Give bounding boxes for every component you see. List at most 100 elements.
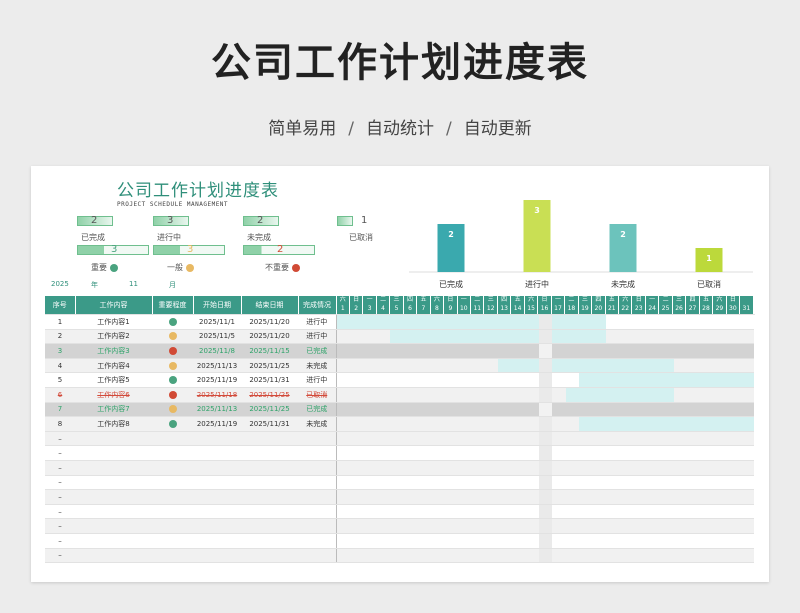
today-marker bbox=[538, 329, 553, 343]
cell-start bbox=[193, 489, 241, 505]
sheet-subtitle: PROJECT SCHEDULE MANAGEMENT bbox=[117, 201, 229, 208]
cell-no: 7 bbox=[45, 402, 75, 418]
cell-start: 2025/11/8 bbox=[193, 343, 241, 359]
status-kpi-value: 2 bbox=[91, 215, 98, 226]
day-cell: 26 bbox=[673, 305, 687, 314]
day-cell: 11 bbox=[471, 305, 485, 314]
empty-row[interactable]: – bbox=[45, 445, 754, 461]
empty-row[interactable]: – bbox=[45, 460, 754, 476]
gantt-cell bbox=[335, 402, 754, 418]
cell-task bbox=[75, 445, 152, 461]
today-marker bbox=[538, 358, 553, 372]
today-marker bbox=[538, 344, 553, 358]
cell-start: 2025/11/5 bbox=[193, 329, 241, 345]
priority-kpi-value: 3 bbox=[187, 244, 194, 255]
gantt-cell bbox=[335, 475, 754, 491]
weekday-cell: 六 bbox=[431, 296, 445, 305]
cell-task bbox=[75, 431, 152, 447]
weekday-cell: 三 bbox=[579, 296, 593, 305]
gantt-cell bbox=[335, 343, 754, 359]
chart-data-label: 1 bbox=[706, 254, 712, 263]
cell-end bbox=[241, 489, 298, 505]
year-label: 年 bbox=[91, 281, 98, 289]
gantt-cell bbox=[335, 548, 754, 564]
table-row[interactable]: 5 工作内容5 2025/11/19 2025/11/31 进行中 bbox=[45, 372, 754, 388]
weekday-cell: 日 bbox=[632, 296, 646, 305]
priority-label-text: 一般 bbox=[167, 263, 183, 272]
cell-status bbox=[298, 489, 336, 505]
empty-row[interactable]: – bbox=[45, 548, 754, 564]
empty-row[interactable]: – bbox=[45, 431, 754, 447]
weekday-row: 六日一二三四五六日一二三四五六日一二三四五六日一二三四五六日 bbox=[337, 296, 753, 305]
cell-status bbox=[298, 431, 336, 447]
empty-row[interactable]: – bbox=[45, 533, 754, 549]
cell-status: 进行中 bbox=[298, 372, 336, 388]
cell-priority bbox=[152, 358, 193, 374]
feature-auto-update: 自动更新 bbox=[463, 119, 532, 139]
day-cell: 6 bbox=[404, 305, 418, 314]
cell-no: – bbox=[45, 431, 75, 447]
cell-no: – bbox=[45, 445, 75, 461]
status-kpi-value: 1 bbox=[361, 215, 368, 226]
day-cell: 12 bbox=[484, 305, 498, 314]
day-cell: 16 bbox=[538, 305, 552, 314]
weekday-cell: 五 bbox=[700, 296, 714, 305]
feature-auto-stat: 自动统计 bbox=[366, 119, 434, 139]
weekday-cell: 一 bbox=[646, 296, 660, 305]
cell-priority bbox=[152, 387, 193, 403]
feature-easy: 简单易用 bbox=[268, 119, 337, 139]
priority-kpi-label: 一般 bbox=[167, 262, 194, 273]
priority-kpi-label: 重要 bbox=[91, 262, 118, 273]
cell-priority bbox=[152, 504, 193, 520]
priority-dot-icon bbox=[168, 405, 177, 414]
table-row[interactable]: 7 工作内容7 2025/11/13 2025/11/25 已完成 bbox=[45, 402, 754, 418]
cell-no: 1 bbox=[45, 314, 75, 330]
cell-start bbox=[193, 518, 241, 534]
cell-start bbox=[193, 460, 241, 476]
weekday-cell: 六 bbox=[337, 296, 350, 305]
day-cell: 5 bbox=[390, 305, 404, 314]
empty-row[interactable]: – bbox=[45, 518, 754, 534]
day-cell: 30 bbox=[727, 305, 741, 314]
gantt-bar bbox=[498, 358, 674, 372]
today-marker bbox=[538, 402, 553, 416]
table-row[interactable]: 2 工作内容2 2025/11/5 2025/11/20 进行中 bbox=[45, 329, 754, 345]
cell-end: 2025/11/25 bbox=[241, 402, 298, 418]
priority-dot-icon bbox=[168, 376, 177, 385]
cell-priority bbox=[152, 343, 193, 359]
table-row[interactable]: 1 工作内容1 2025/11/1 2025/11/20 进行中 bbox=[45, 314, 754, 330]
header-start: 开始日期 bbox=[193, 296, 242, 315]
empty-row[interactable]: – bbox=[45, 475, 754, 491]
day-cell: 15 bbox=[525, 305, 539, 314]
weekday-cell: 六 bbox=[713, 296, 727, 305]
gantt-cell bbox=[335, 431, 754, 447]
priority-dot-icon bbox=[168, 390, 177, 399]
day-cell: 14 bbox=[511, 305, 525, 314]
chart-category-label: 已完成 bbox=[439, 279, 463, 289]
gantt-cell bbox=[335, 533, 754, 549]
gantt-cell bbox=[335, 518, 754, 534]
weekday-cell: 三 bbox=[484, 296, 498, 305]
day-cell: 2 bbox=[350, 305, 364, 314]
empty-row[interactable]: – bbox=[45, 504, 754, 520]
month-value: 11 bbox=[129, 280, 138, 288]
empty-row[interactable]: – bbox=[45, 489, 754, 505]
cell-task bbox=[75, 518, 152, 534]
cell-status: 已完成 bbox=[298, 402, 336, 418]
cell-start: 2025/11/19 bbox=[193, 416, 241, 432]
cell-status bbox=[298, 548, 336, 564]
cell-end: 2025/11/25 bbox=[241, 387, 298, 403]
status-bar-chart: 2 已完成 3 进行中 2 未完成 1 已取消 bbox=[409, 200, 753, 289]
day-cell: 9 bbox=[444, 305, 458, 314]
cell-task: 工作内容2 bbox=[75, 329, 152, 345]
day-cell: 29 bbox=[713, 305, 727, 314]
table-row[interactable]: 8 工作内容8 2025/11/19 2025/11/31 未完成 bbox=[45, 416, 754, 432]
table-row[interactable]: 6 工作内容6 2025/11/18 2025/11/25 已取消 bbox=[45, 387, 754, 403]
weekday-cell: 四 bbox=[686, 296, 700, 305]
table-row[interactable]: 4 工作内容4 2025/11/13 2025/11/25 未完成 bbox=[45, 358, 754, 374]
weekday-cell: 二 bbox=[659, 296, 673, 305]
cell-status bbox=[298, 504, 336, 520]
cell-no: 2 bbox=[45, 329, 75, 345]
table-row[interactable]: 3 工作内容3 2025/11/8 2025/11/15 已完成 bbox=[45, 343, 754, 359]
cell-no: 4 bbox=[45, 358, 75, 374]
